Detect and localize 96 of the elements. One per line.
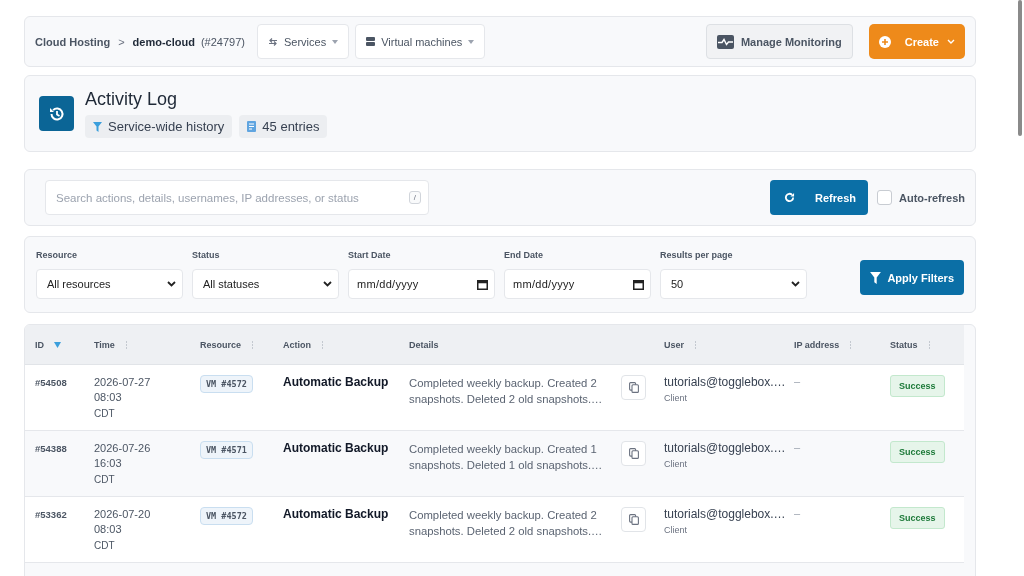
column-header[interactable]: Time [94,339,115,350]
copy-button[interactable] [621,507,646,532]
swap-icon [268,37,278,46]
column-header[interactable]: Action [283,339,311,350]
filter-label: Results per page [660,250,734,260]
page-title: Activity Log [85,89,179,110]
user-email: tutorials@togglebox.… [664,507,786,521]
user-role: Client [664,525,687,535]
entry-date: 2026-07-26 [94,441,151,456]
resource-tag[interactable]: VM #4572 [200,507,253,525]
calendar-icon [633,278,644,290]
sort-icon[interactable] [694,340,697,349]
chevron-down-icon [167,281,176,287]
filter-label: Resource [36,250,79,260]
copy-icon [628,382,639,393]
caret-icon [468,39,475,44]
sort-icon[interactable] [251,340,255,349]
details-text: Completed weekly backup. Created 1 snapshots. Deleted 1 old snapshots.… [409,442,604,473]
sort-icon[interactable] [124,340,128,349]
calendar-icon [477,278,488,290]
caret-icon [332,39,339,44]
filter-dropdown[interactable]: All resources [36,269,183,299]
column-header[interactable]: IP address [794,339,840,350]
timezone: CDT [94,407,115,421]
ip-address: – [794,375,801,387]
auto-refresh-checkbox[interactable] [877,190,892,205]
details-text: Completed weekly backup. Created 2 snapshots. Deleted 2 old snapshots.… [409,508,604,539]
entry-time: 08:03 [94,390,122,405]
action-name: Automatic Backup [283,375,389,389]
breadcrumb-link[interactable]: Cloud Hosting [35,35,111,48]
date-field[interactable]: mm/dd/yyyy [504,269,651,299]
breadcrumb-separator: > [118,35,125,48]
server-icon [366,37,376,46]
resource-tag[interactable]: VM #4571 [200,441,253,459]
user-role: Client [664,459,687,469]
plus-circle-icon [878,35,891,48]
sort-icon[interactable] [321,340,324,349]
pulse-icon [716,34,734,49]
entry-id: #53362 [35,509,67,520]
action-name: Automatic Backup [283,507,389,521]
entry-id: #54388 [35,443,67,454]
sort-desc-icon[interactable] [54,341,61,348]
copy-icon [628,448,639,459]
filter-dropdown[interactable]: 50 [660,269,807,299]
status-badge: Success [890,441,945,463]
date-field[interactable]: mm/dd/yyyy [348,269,495,299]
ip-address: – [794,441,801,453]
entry-time: 16:03 [94,456,122,471]
resource-tag[interactable]: VM #4572 [200,375,253,393]
entry-date: 2026-07-20 [94,507,151,522]
info-chip: Service-wide history [85,115,233,138]
filter-dropdown[interactable]: All statuses [192,269,339,299]
filter-label: Status [192,250,221,260]
column-header[interactable]: ID [35,339,44,350]
nav-dropdown[interactable]: Services [257,24,350,59]
chevron-down-icon [947,39,955,44]
entry-id: #54508 [35,377,67,388]
filter-icon [870,271,882,284]
copy-button[interactable] [621,375,646,400]
entry-time: 08:03 [94,522,122,537]
copy-icon [628,514,639,525]
column-header[interactable]: Resource [200,339,242,350]
chevron-down-icon [791,281,800,287]
column-header[interactable]: Details [409,339,439,350]
refresh-button[interactable]: Refresh [770,180,868,215]
details-text: Completed weekly backup. Created 2 snapshots. Deleted 2 old snapshots.… [409,376,604,407]
user-email: tutorials@togglebox.… [664,441,786,455]
ip-address: – [794,507,801,519]
column-header[interactable]: User [664,339,684,350]
timezone: CDT [94,473,115,487]
timezone: CDT [94,539,115,553]
service-id: (#24797) [200,35,245,48]
history-icon [39,96,74,131]
nav-dropdown[interactable]: Virtual machines [355,24,486,59]
auto-refresh-label: Auto-refresh [899,191,965,204]
sort-icon[interactable] [927,340,931,349]
status-badge: Success [890,375,945,397]
filter-icon [93,121,102,132]
list-icon [247,121,257,132]
filter-label: End Date [504,250,544,260]
sort-icon[interactable] [849,340,853,349]
breadcrumb-current: demo-cloud [132,35,195,48]
column-header[interactable]: Status [890,339,918,350]
scrollbar[interactable] [1018,0,1022,136]
status-badge: Success [890,507,945,529]
refresh-icon [784,192,795,203]
user-role: Client [664,393,687,403]
apply-filters-button[interactable]: Apply Filters [860,260,964,295]
manage-monitoring-button[interactable]: Manage Monitoring [705,24,853,59]
chevron-down-icon [323,281,332,287]
action-name: Automatic Backup [283,441,389,455]
copy-button[interactable] [621,441,646,466]
user-email: tutorials@togglebox.… [664,375,786,389]
filter-label: Start Date [348,250,392,260]
info-chip: 45 entries [239,115,328,138]
entry-date: 2026-07-27 [94,375,151,390]
